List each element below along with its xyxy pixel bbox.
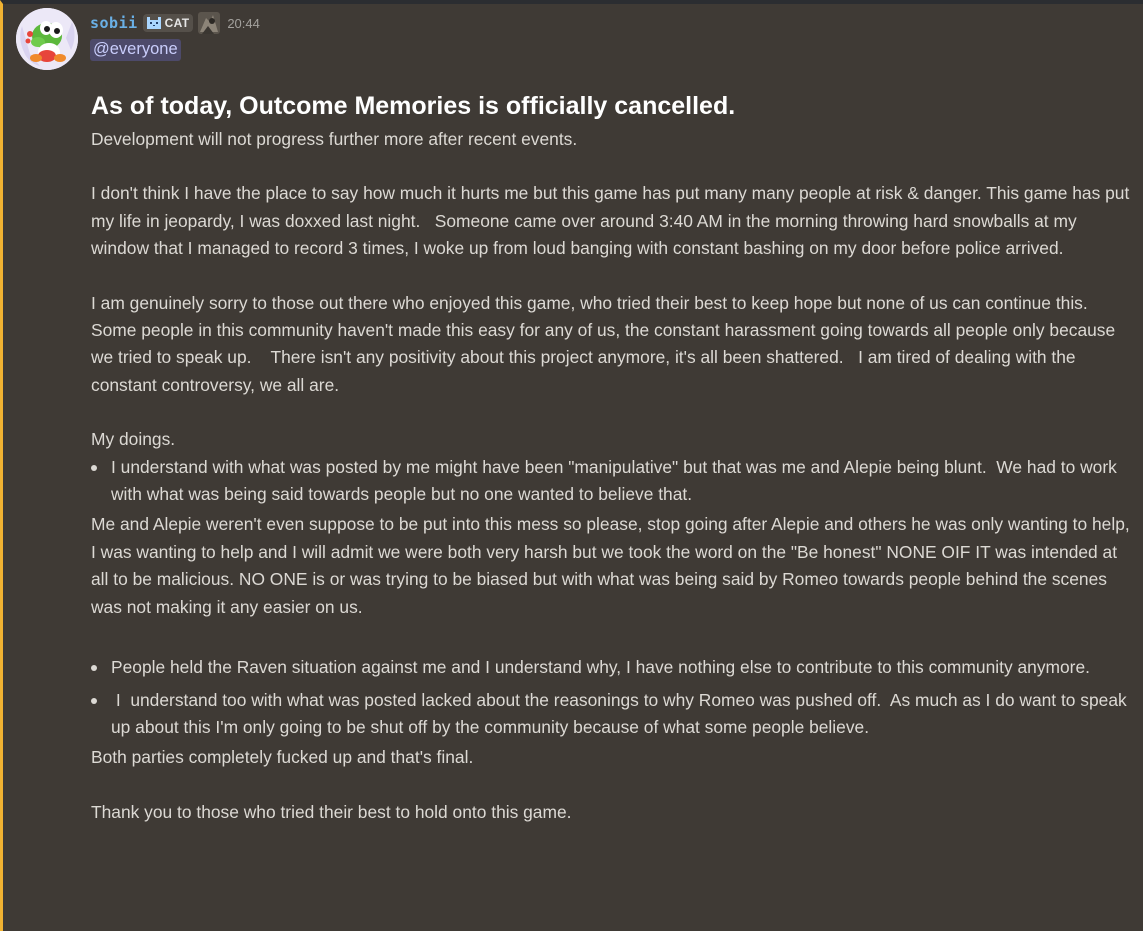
green-dinosaur-avatar-icon: [16, 8, 78, 70]
paragraph: Some people in this community haven't ma…: [91, 320, 1120, 395]
paragraph: Me and Alepie weren't even suppose to be…: [91, 514, 1135, 617]
paragraph: I don't think I have the place to say ho…: [91, 183, 1135, 259]
role-image-icon[interactable]: [198, 12, 221, 34]
clan-tag[interactable]: CAT: [142, 14, 194, 32]
message-container: sobii CAT 20:44 @everyone As of today, O…: [0, 0, 1143, 931]
cat-pixel-icon: [146, 17, 161, 29]
message-content: As of today, Outcome Memories is officia…: [91, 88, 1131, 826]
paragraph: Both parties completely fucked up and th…: [91, 747, 474, 768]
paragraph: My doings.: [91, 429, 176, 450]
username[interactable]: sobii: [90, 14, 138, 32]
list-item: I understand with what was posted by me …: [91, 454, 1131, 509]
timestamp: 20:44: [227, 15, 260, 31]
clan-tag-label: CAT: [164, 16, 190, 30]
paragraph: I am genuinely sorry to those out there …: [91, 292, 1088, 313]
paragraph: Development will not progress further mo…: [91, 129, 578, 149]
message-header: sobii CAT 20:44: [90, 12, 260, 34]
paragraph: Thank you to those who tried their best …: [91, 801, 572, 822]
everyone-mention[interactable]: @everyone: [90, 39, 181, 61]
list-item: People held the Raven situation against …: [91, 654, 1131, 681]
bullet-list: I understand with what was posted by me …: [91, 454, 1131, 509]
avatar[interactable]: [16, 8, 78, 70]
bullet-list: People held the Raven situation against …: [91, 654, 1131, 741]
list-item: I understand too with what was posted la…: [91, 687, 1131, 742]
message-heading: As of today, Outcome Memories is officia…: [91, 92, 736, 120]
